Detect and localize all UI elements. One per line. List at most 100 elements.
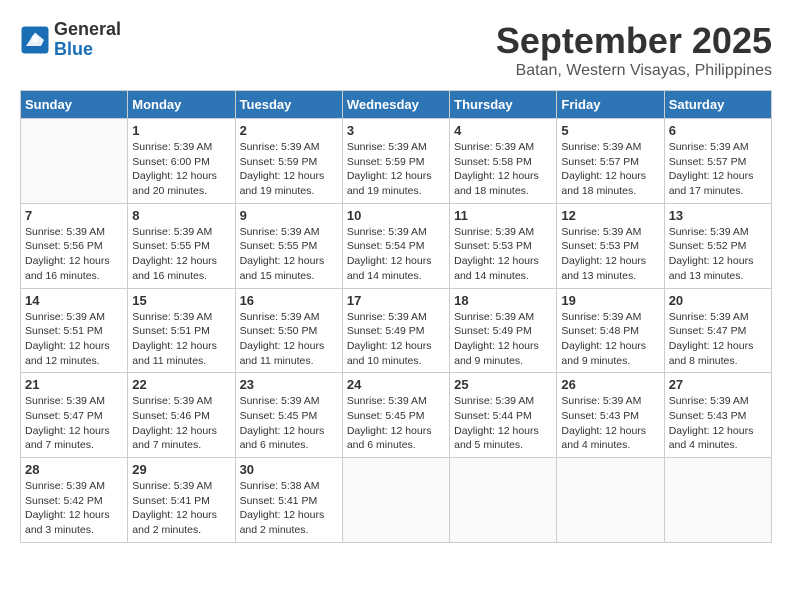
day-info: Sunrise: 5:39 AM Sunset: 5:43 PM Dayligh… xyxy=(669,394,767,453)
calendar-table: SundayMondayTuesdayWednesdayThursdayFrid… xyxy=(20,90,772,543)
weekday-header-saturday: Saturday xyxy=(664,91,771,119)
weekday-header-thursday: Thursday xyxy=(450,91,557,119)
day-info: Sunrise: 5:39 AM Sunset: 5:49 PM Dayligh… xyxy=(347,310,445,369)
calendar-cell: 17 Sunrise: 5:39 AM Sunset: 5:49 PM Dayli… xyxy=(342,288,449,373)
day-number: 2 xyxy=(240,123,338,138)
calendar-cell: 13 Sunrise: 5:39 AM Sunset: 5:52 PM Dayli… xyxy=(664,203,771,288)
calendar-cell: 3Sunrise: 5:39 AM Sunset: 5:59 PM Daylig… xyxy=(342,119,449,204)
calendar-cell: 29 Sunrise: 5:39 AM Sunset: 5:41 PM Dayli… xyxy=(128,458,235,543)
day-info: Sunrise: 5:39 AM Sunset: 5:52 PM Dayligh… xyxy=(669,225,767,284)
day-info: Sunrise: 5:39 AM Sunset: 5:47 PM Dayligh… xyxy=(669,310,767,369)
day-info: Sunrise: 5:39 AM Sunset: 5:50 PM Dayligh… xyxy=(240,310,338,369)
day-number: 25 xyxy=(454,377,552,392)
calendar-week-4: 21 Sunrise: 5:39 AM Sunset: 5:47 PM Dayli… xyxy=(21,373,772,458)
calendar-cell: 7 Sunrise: 5:39 AM Sunset: 5:56 PM Daylig… xyxy=(21,203,128,288)
day-info: Sunrise: 5:39 AM Sunset: 5:51 PM Dayligh… xyxy=(132,310,230,369)
logo-blue: Blue xyxy=(54,40,121,60)
calendar-week-5: 28 Sunrise: 5:39 AM Sunset: 5:42 PM Dayli… xyxy=(21,458,772,543)
day-info: Sunrise: 5:39 AM Sunset: 5:45 PM Dayligh… xyxy=(240,394,338,453)
day-info: Sunrise: 5:39 AM Sunset: 5:49 PM Dayligh… xyxy=(454,310,552,369)
calendar-cell: 11Sunrise: 5:39 AM Sunset: 5:53 PM Dayli… xyxy=(450,203,557,288)
day-info: Sunrise: 5:39 AM Sunset: 5:59 PM Dayligh… xyxy=(347,140,445,199)
calendar-cell: 10 Sunrise: 5:39 AM Sunset: 5:54 PM Dayli… xyxy=(342,203,449,288)
weekday-header-wednesday: Wednesday xyxy=(342,91,449,119)
page-header: General Blue September 2025 Batan, Weste… xyxy=(20,20,772,80)
calendar-cell xyxy=(21,119,128,204)
day-number: 1 xyxy=(132,123,230,138)
day-number: 7 xyxy=(25,208,123,223)
day-info: Sunrise: 5:39 AM Sunset: 5:55 PM Dayligh… xyxy=(240,225,338,284)
calendar-cell xyxy=(557,458,664,543)
day-number: 17 xyxy=(347,293,445,308)
calendar-week-1: 1 Sunrise: 5:39 AM Sunset: 6:00 PM Daylig… xyxy=(21,119,772,204)
calendar-cell: 12 Sunrise: 5:39 AM Sunset: 5:53 PM Dayli… xyxy=(557,203,664,288)
day-number: 8 xyxy=(132,208,230,223)
logo-text: General Blue xyxy=(54,20,121,60)
day-number: 10 xyxy=(347,208,445,223)
day-number: 13 xyxy=(669,208,767,223)
day-info: Sunrise: 5:39 AM Sunset: 5:55 PM Dayligh… xyxy=(132,225,230,284)
day-number: 29 xyxy=(132,462,230,477)
weekday-header-monday: Monday xyxy=(128,91,235,119)
day-number: 26 xyxy=(561,377,659,392)
calendar-week-3: 14 Sunrise: 5:39 AM Sunset: 5:51 PM Dayli… xyxy=(21,288,772,373)
day-number: 20 xyxy=(669,293,767,308)
day-info: Sunrise: 5:39 AM Sunset: 5:42 PM Dayligh… xyxy=(25,479,123,538)
day-number: 9 xyxy=(240,208,338,223)
calendar-cell: 24Sunrise: 5:39 AM Sunset: 5:45 PM Dayli… xyxy=(342,373,449,458)
calendar-cell: 23 Sunrise: 5:39 AM Sunset: 5:45 PM Dayli… xyxy=(235,373,342,458)
calendar-cell xyxy=(664,458,771,543)
day-number: 12 xyxy=(561,208,659,223)
day-info: Sunrise: 5:39 AM Sunset: 6:00 PM Dayligh… xyxy=(132,140,230,199)
title-block: September 2025 Batan, Western Visayas, P… xyxy=(496,20,772,80)
logo-icon xyxy=(20,25,50,55)
calendar-cell: 14 Sunrise: 5:39 AM Sunset: 5:51 PM Dayli… xyxy=(21,288,128,373)
day-number: 11 xyxy=(454,208,552,223)
day-number: 16 xyxy=(240,293,338,308)
calendar-cell: 4Sunrise: 5:39 AM Sunset: 5:58 PM Daylig… xyxy=(450,119,557,204)
day-number: 5 xyxy=(561,123,659,138)
day-info: Sunrise: 5:38 AM Sunset: 5:41 PM Dayligh… xyxy=(240,479,338,538)
day-info: Sunrise: 5:39 AM Sunset: 5:51 PM Dayligh… xyxy=(25,310,123,369)
calendar-cell: 19 Sunrise: 5:39 AM Sunset: 5:48 PM Dayli… xyxy=(557,288,664,373)
weekday-header-tuesday: Tuesday xyxy=(235,91,342,119)
day-number: 28 xyxy=(25,462,123,477)
calendar-cell: 15Sunrise: 5:39 AM Sunset: 5:51 PM Dayli… xyxy=(128,288,235,373)
calendar-cell: 6Sunrise: 5:39 AM Sunset: 5:57 PM Daylig… xyxy=(664,119,771,204)
day-info: Sunrise: 5:39 AM Sunset: 5:47 PM Dayligh… xyxy=(25,394,123,453)
calendar-cell: 18Sunrise: 5:39 AM Sunset: 5:49 PM Dayli… xyxy=(450,288,557,373)
calendar-cell: 16 Sunrise: 5:39 AM Sunset: 5:50 PM Dayli… xyxy=(235,288,342,373)
calendar-cell: 5Sunrise: 5:39 AM Sunset: 5:57 PM Daylig… xyxy=(557,119,664,204)
logo-general: General xyxy=(54,20,121,40)
day-info: Sunrise: 5:39 AM Sunset: 5:53 PM Dayligh… xyxy=(561,225,659,284)
calendar-cell: 8 Sunrise: 5:39 AM Sunset: 5:55 PM Daylig… xyxy=(128,203,235,288)
day-info: Sunrise: 5:39 AM Sunset: 5:56 PM Dayligh… xyxy=(25,225,123,284)
day-info: Sunrise: 5:39 AM Sunset: 5:43 PM Dayligh… xyxy=(561,394,659,453)
day-number: 14 xyxy=(25,293,123,308)
day-info: Sunrise: 5:39 AM Sunset: 5:41 PM Dayligh… xyxy=(132,479,230,538)
day-number: 23 xyxy=(240,377,338,392)
calendar-cell: 26 Sunrise: 5:39 AM Sunset: 5:43 PM Dayli… xyxy=(557,373,664,458)
calendar-cell: 28 Sunrise: 5:39 AM Sunset: 5:42 PM Dayli… xyxy=(21,458,128,543)
day-number: 24 xyxy=(347,377,445,392)
day-info: Sunrise: 5:39 AM Sunset: 5:46 PM Dayligh… xyxy=(132,394,230,453)
calendar-subtitle: Batan, Western Visayas, Philippines xyxy=(496,62,772,80)
day-number: 6 xyxy=(669,123,767,138)
day-info: Sunrise: 5:39 AM Sunset: 5:59 PM Dayligh… xyxy=(240,140,338,199)
calendar-cell: 27Sunrise: 5:39 AM Sunset: 5:43 PM Dayli… xyxy=(664,373,771,458)
calendar-cell: 30 Sunrise: 5:38 AM Sunset: 5:41 PM Dayli… xyxy=(235,458,342,543)
day-number: 30 xyxy=(240,462,338,477)
weekday-header-sunday: Sunday xyxy=(21,91,128,119)
logo: General Blue xyxy=(20,20,121,60)
day-number: 21 xyxy=(25,377,123,392)
calendar-cell xyxy=(342,458,449,543)
weekday-header-friday: Friday xyxy=(557,91,664,119)
calendar-cell: 2 Sunrise: 5:39 AM Sunset: 5:59 PM Daylig… xyxy=(235,119,342,204)
day-info: Sunrise: 5:39 AM Sunset: 5:54 PM Dayligh… xyxy=(347,225,445,284)
calendar-cell: 9 Sunrise: 5:39 AM Sunset: 5:55 PM Daylig… xyxy=(235,203,342,288)
day-number: 19 xyxy=(561,293,659,308)
calendar-cell: 1 Sunrise: 5:39 AM Sunset: 6:00 PM Daylig… xyxy=(128,119,235,204)
day-info: Sunrise: 5:39 AM Sunset: 5:48 PM Dayligh… xyxy=(561,310,659,369)
day-info: Sunrise: 5:39 AM Sunset: 5:58 PM Dayligh… xyxy=(454,140,552,199)
calendar-cell: 25Sunrise: 5:39 AM Sunset: 5:44 PM Dayli… xyxy=(450,373,557,458)
